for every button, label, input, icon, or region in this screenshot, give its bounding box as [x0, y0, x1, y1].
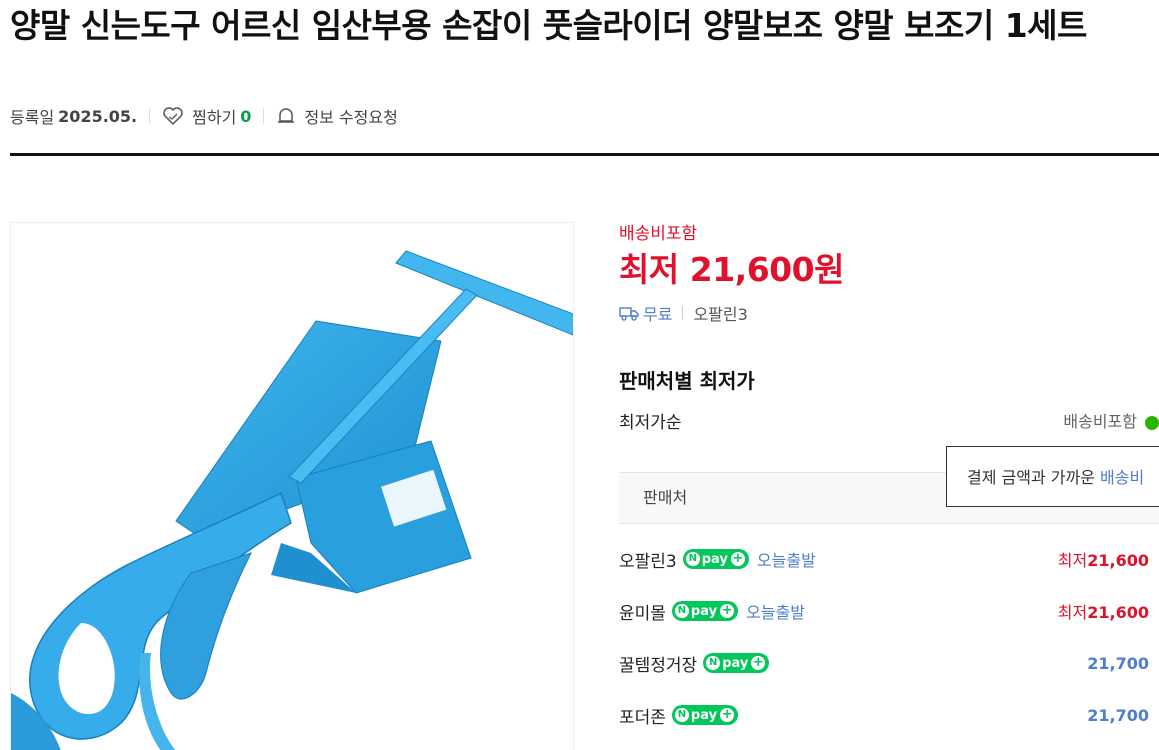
plus-icon: + [720, 603, 735, 618]
plus-icon: + [720, 707, 735, 722]
delivery-badge: 오늘출발 [756, 551, 816, 570]
price-panel: 배송비포함 최저 21,600원 무료 오팔린3 [619, 220, 1159, 326]
npay-badge: Npay + [671, 601, 739, 621]
sock-aid-image [11, 250, 573, 750]
bell-icon [278, 108, 295, 123]
seller-list: 오팔린3 Npay + 오늘출발 최저21,600 윤미몰 Npay + 오늘출발 … [619, 533, 1149, 741]
ship-include-toggle[interactable]: 배송비포함 [1063, 408, 1159, 432]
product-title: 양말 신는도구 어르신 임산부용 손잡이 풋슬라이더 양말보조 양말 보조기 1… [10, 6, 1087, 45]
seller-name[interactable]: 포더존 [619, 703, 666, 728]
seller-row[interactable]: 꿀템정거장 Npay + 21,700 [619, 637, 1149, 689]
naver-n-icon: N [685, 552, 700, 566]
ship-included-label: 배송비포함 [619, 224, 698, 244]
shipping-info: 무료 오팔린3 [619, 300, 1159, 326]
shipping-divider [682, 306, 684, 320]
seller-price[interactable]: 21,700 [1087, 706, 1149, 725]
tooltip-link[interactable]: 배송비 [1100, 468, 1144, 487]
seller-price[interactable]: 최저21,600 [1058, 599, 1149, 623]
lowest-price-label: 최저 [619, 250, 679, 289]
reg-date: 2025.05. [58, 106, 138, 126]
seller-price[interactable]: 최저21,600 [1058, 547, 1149, 571]
npay-badge: Npay + [671, 705, 739, 725]
shipping-free: 무료 [643, 305, 673, 324]
seller-name[interactable]: 윤미몰 [619, 599, 666, 624]
npay-badge: Npay + [703, 653, 770, 673]
ship-tooltip: 결제 금액과 가까운 배송비 [946, 446, 1159, 507]
seller-name[interactable]: 꿀템정거장 [619, 651, 697, 676]
sort-dropdown[interactable]: 최저가순 [619, 408, 682, 433]
zzim-label: 찜하기 [192, 108, 237, 127]
seller-row[interactable]: 오팔린3 Npay + 오늘출발 최저21,600 [619, 533, 1149, 585]
seller-section-title: 판매처별 최저가 [619, 369, 755, 393]
naver-n-icon: N [674, 604, 689, 618]
product-image[interactable] [10, 222, 574, 750]
report-label: 정보 수정요청 [304, 108, 398, 127]
seller-row[interactable]: 윤미몰 Npay + 오늘출발 최저21,600 [619, 585, 1149, 637]
meta-divider [263, 108, 265, 124]
plus-icon: + [751, 655, 766, 670]
naver-n-icon: N [706, 656, 721, 670]
delivery-badge: 오늘출발 [746, 603, 805, 622]
title-divider [10, 153, 1159, 156]
zzim-button[interactable]: 찜하기 0 [162, 104, 251, 128]
truck-icon [619, 307, 639, 321]
seller-row[interactable]: 포더존 Npay + 21,700 [619, 689, 1149, 741]
seller-name[interactable]: 오팔린3 [619, 547, 677, 572]
heart-outline-icon [163, 107, 183, 126]
npay-badge: Npay + [682, 549, 749, 569]
sort-row: 최저가순 배송비포함 [619, 407, 1159, 433]
ship-include-toggle-label: 배송비포함 [1063, 412, 1137, 431]
toggle-indicator-icon [1145, 415, 1159, 430]
naver-n-icon: N [674, 708, 689, 722]
zzim-count: 0 [240, 106, 252, 126]
plus-icon: + [730, 551, 745, 566]
seller-price[interactable]: 21,700 [1087, 654, 1149, 673]
report-button[interactable]: 정보 수정요청 [276, 104, 398, 128]
lowest-price: 최저 21,600원 [619, 248, 1159, 292]
meta-divider [149, 108, 151, 124]
tooltip-text: 결제 금액과 가까운 [967, 468, 1101, 487]
lowest-seller[interactable]: 오팔린3 [693, 301, 747, 325]
product-meta: 등록일 2025.05. 찜하기 0 정보 수정요청 [10, 104, 398, 128]
lowest-price-value: 21,600원 [689, 250, 845, 289]
reg-label: 등록일 [10, 108, 55, 127]
